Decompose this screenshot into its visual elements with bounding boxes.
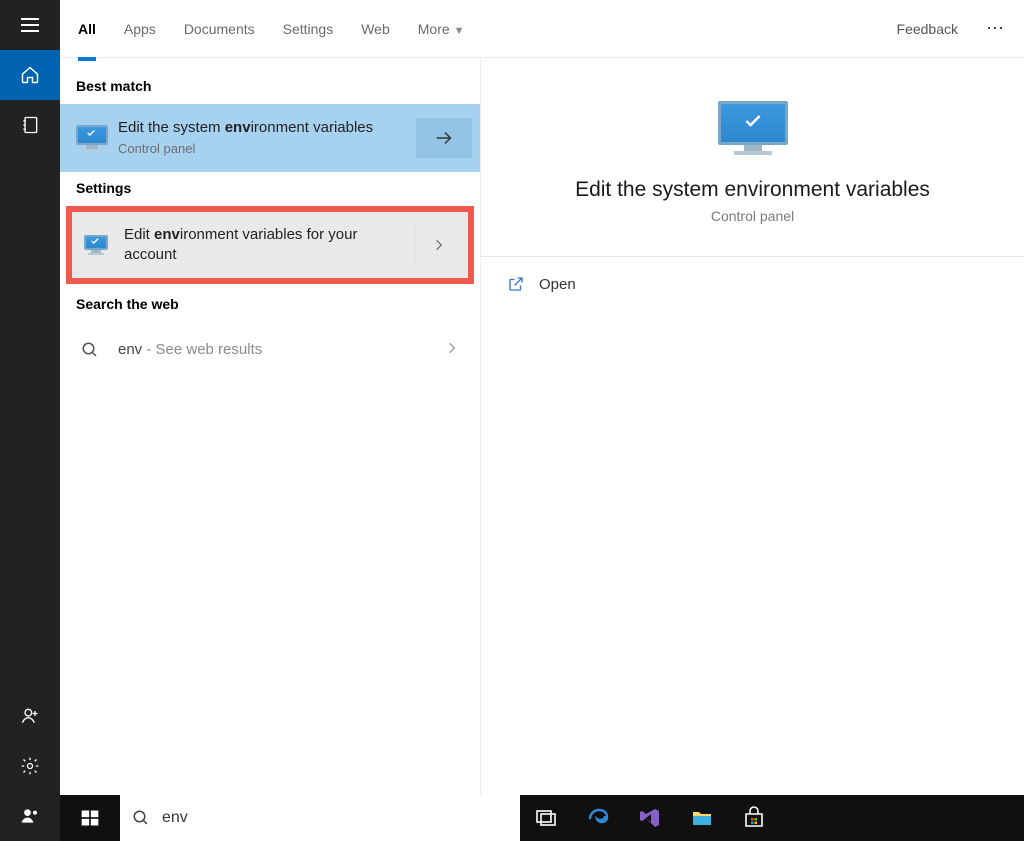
more-options-button[interactable]: ⋯ (986, 18, 1006, 39)
tab-settings[interactable]: Settings (283, 15, 334, 43)
chevron-right-icon[interactable] (414, 224, 462, 266)
menu-button[interactable] (0, 0, 60, 50)
tab-documents[interactable]: Documents (184, 15, 255, 43)
notebook-button[interactable] (0, 100, 60, 150)
tab-web[interactable]: Web (361, 15, 390, 43)
feedback-link[interactable]: Feedback (897, 21, 958, 37)
preview-pane: Edit the system environment variables Co… (480, 58, 1024, 841)
taskbar (60, 795, 1024, 841)
search-input[interactable] (160, 808, 508, 828)
people-button[interactable] (0, 791, 60, 841)
account-button[interactable] (0, 691, 60, 741)
section-search-web: Search the web (60, 288, 480, 322)
monitor-icon (708, 94, 798, 164)
monitor-icon (76, 124, 104, 152)
filter-tabbar: All Apps Documents Settings Web More▼ Fe… (60, 0, 1024, 58)
visual-studio-icon[interactable] (624, 795, 676, 841)
chevron-down-icon: ▼ (454, 25, 465, 37)
settings-result-item[interactable]: Edit environment variables for your acco… (72, 212, 468, 278)
preview-subtitle: Control panel (711, 208, 794, 224)
file-explorer-icon[interactable] (676, 795, 728, 841)
settings-button[interactable] (0, 741, 60, 791)
task-view-button[interactable] (520, 795, 572, 841)
home-button[interactable] (0, 50, 60, 100)
monitor-icon (82, 231, 110, 259)
chevron-right-icon[interactable] (432, 338, 472, 361)
search-icon (132, 809, 150, 827)
preview-title: Edit the system environment variables (575, 178, 930, 202)
expand-arrow-button[interactable] (416, 118, 472, 158)
tab-all[interactable]: All (78, 15, 96, 43)
section-settings: Settings (60, 172, 480, 206)
open-action[interactable]: Open (481, 257, 1024, 311)
section-best-match: Best match (60, 70, 480, 104)
highlighted-settings-item: Edit environment variables for your acco… (66, 206, 474, 284)
tab-more[interactable]: More▼ (418, 15, 465, 43)
web-result-item[interactable]: env - See web results (60, 322, 480, 378)
store-icon[interactable] (728, 795, 780, 841)
tab-apps[interactable]: Apps (124, 15, 156, 43)
left-sidebar (0, 0, 60, 841)
search-icon (76, 336, 104, 364)
results-column: Best match Edit the system environment v… (60, 58, 480, 841)
open-icon (507, 275, 525, 293)
start-button[interactable] (60, 795, 120, 841)
best-match-item[interactable]: Edit the system environment variables Co… (60, 104, 480, 172)
edge-icon[interactable] (572, 795, 624, 841)
taskbar-search[interactable] (120, 795, 520, 841)
best-match-sub: Control panel (118, 140, 402, 158)
